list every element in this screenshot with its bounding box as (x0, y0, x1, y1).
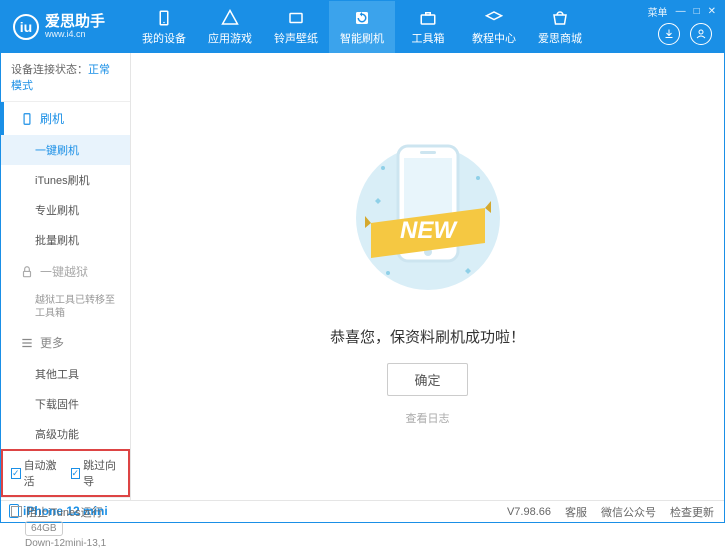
nav-label: 智能刷机 (340, 30, 384, 46)
sidebar-item-oneclick-flash[interactable]: 一键刷机 (1, 135, 130, 165)
check-icon: ✓ (11, 468, 21, 479)
apps-icon (221, 9, 239, 27)
refresh-icon (353, 9, 371, 27)
maximize-icon[interactable]: □ (694, 6, 700, 17)
success-illustration: NEW (353, 128, 503, 308)
media-icon (287, 9, 305, 27)
app-title: 爱思助手 (45, 14, 105, 31)
sidebar-item-batch-flash[interactable]: 批量刷机 (1, 225, 130, 255)
user-button[interactable] (690, 23, 712, 45)
nav-apps[interactable]: 应用游戏 (197, 1, 263, 53)
new-badge-text: NEW (400, 217, 458, 244)
nav-ringtones[interactable]: 铃声壁纸 (263, 1, 329, 53)
connection-status: 设备连接状态：正常模式 (1, 53, 130, 102)
nav-label: 工具箱 (412, 30, 445, 46)
nav-label: 应用游戏 (208, 30, 252, 46)
nav-tutorials[interactable]: 教程中心 (461, 1, 527, 53)
version-text: V7.98.66 (507, 506, 551, 518)
toolbox-icon (419, 9, 437, 27)
sidebar: 设备连接状态：正常模式 刷机 一键刷机 iTunes刷机 专业刷机 批量刷机 一… (1, 53, 131, 500)
device-icon (155, 9, 173, 27)
footer-support[interactable]: 客服 (565, 504, 587, 520)
download-button[interactable] (658, 23, 680, 45)
success-message: 恭喜您，保资料刷机成功啦！ (330, 326, 525, 347)
window-controls: 菜单 — □ ✕ (648, 4, 716, 19)
sidebar-item-pro-flash[interactable]: 专业刷机 (1, 195, 130, 225)
section-flash[interactable]: 刷机 (1, 102, 130, 135)
nav-label: 爱思商城 (538, 30, 582, 46)
ok-button[interactable]: 确定 (387, 363, 467, 396)
menu-button[interactable]: 菜单 (648, 4, 668, 19)
nav-label: 铃声壁纸 (274, 30, 318, 46)
close-icon[interactable]: ✕ (708, 6, 716, 17)
jailbreak-note: 越狱工具已转移至工具箱 (1, 288, 130, 326)
checkbox-block-itunes[interactable]: 阻止iTunes运行 (11, 504, 103, 520)
cb-label: 自动激活 (24, 457, 61, 489)
options-highlighted: ✓自动激活 ✓跳过向导 (1, 449, 130, 497)
nav-label: 我的设备 (142, 30, 186, 46)
minimize-icon[interactable]: — (676, 6, 686, 17)
main-content: NEW 恭喜您，保资料刷机成功啦！ 确定 查看日志 (131, 53, 724, 500)
header-actions (658, 23, 712, 45)
device-model: Down-12mini-13,1 (9, 538, 122, 549)
section-jailbreak: 一键越狱 (1, 255, 130, 288)
sidebar-item-advanced[interactable]: 高级功能 (1, 419, 130, 449)
lock-icon (20, 265, 34, 279)
nav-toolbox[interactable]: 工具箱 (395, 1, 461, 53)
education-icon (485, 9, 503, 27)
checkbox-skip-guide[interactable]: ✓跳过向导 (71, 457, 121, 489)
phone-icon (20, 112, 34, 126)
footer-check-update[interactable]: 检查更新 (670, 504, 714, 520)
cb-label: 跳过向导 (83, 457, 120, 489)
checkbox-icon (11, 506, 22, 517)
sidebar-item-itunes-flash[interactable]: iTunes刷机 (1, 165, 130, 195)
nav-label: 教程中心 (472, 30, 516, 46)
app-subtitle: www.i4.cn (45, 30, 105, 40)
list-icon (20, 336, 34, 350)
section-label: 刷机 (40, 110, 64, 127)
section-more[interactable]: 更多 (1, 326, 130, 359)
checkbox-auto-activate[interactable]: ✓自动激活 (11, 457, 61, 489)
app-logo-icon: iu (13, 14, 39, 40)
status-label: 设备连接状态： (11, 64, 88, 76)
nav-my-device[interactable]: 我的设备 (131, 1, 197, 53)
cb-label: 阻止iTunes运行 (26, 504, 103, 520)
check-icon: ✓ (71, 468, 81, 479)
store-icon (551, 9, 569, 27)
sidebar-item-download-firmware[interactable]: 下载固件 (1, 389, 130, 419)
section-label: 一键越狱 (40, 263, 88, 280)
view-log-link[interactable]: 查看日志 (406, 410, 450, 426)
footer-wechat[interactable]: 微信公众号 (601, 504, 656, 520)
device-storage-badge: 64GB (25, 521, 63, 536)
app-header: iu 爱思助手 www.i4.cn 我的设备 应用游戏 铃声壁纸 智能刷机 工具… (1, 1, 724, 53)
section-label: 更多 (40, 334, 64, 351)
main-nav: 我的设备 应用游戏 铃声壁纸 智能刷机 工具箱 教程中心 爱思商城 (131, 1, 593, 53)
logo-area: iu 爱思助手 www.i4.cn (1, 14, 131, 40)
nav-flash[interactable]: 智能刷机 (329, 1, 395, 53)
sidebar-item-other-tools[interactable]: 其他工具 (1, 359, 130, 389)
nav-store[interactable]: 爱思商城 (527, 1, 593, 53)
